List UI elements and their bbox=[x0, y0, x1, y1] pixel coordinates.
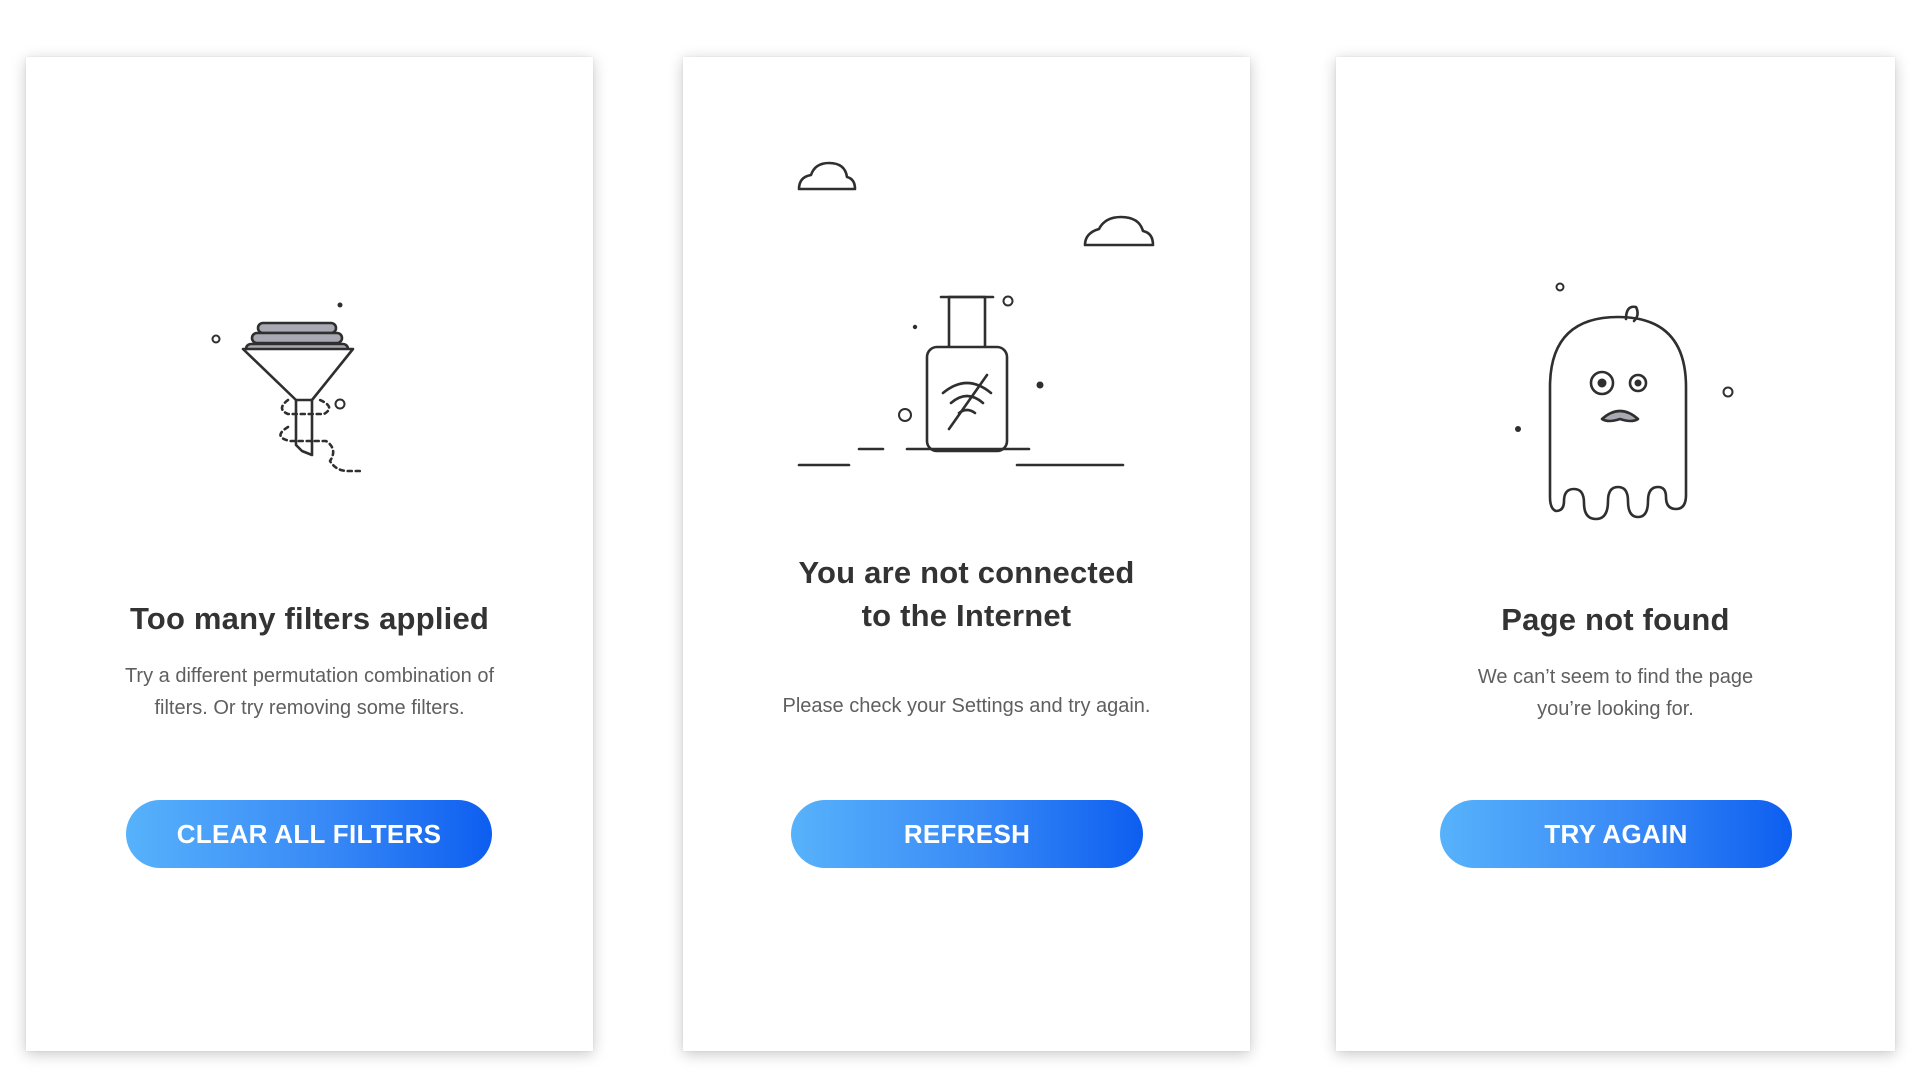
description-line: you’re looking for. bbox=[1537, 698, 1694, 720]
description-line: filters. Or try removing some filters. bbox=[154, 697, 465, 719]
description-line: Try a different permutation combination … bbox=[124, 665, 495, 687]
offline-illustration bbox=[683, 57, 1250, 537]
ghost-icon bbox=[1515, 282, 1734, 521]
description-line: We can’t seem to find the page bbox=[1477, 666, 1754, 688]
card-description: Try a different permutation combination … bbox=[26, 660, 593, 724]
ghost-illustration bbox=[1336, 57, 1895, 537]
card-title: Too many filters applied bbox=[26, 597, 593, 640]
empty-state-card-offline: You are not connected to the Internet Pl… bbox=[683, 57, 1250, 1051]
clear-all-filters-button[interactable]: CLEAR ALL FILTERS bbox=[126, 800, 492, 868]
title-line: You are not connected bbox=[798, 555, 1135, 590]
title-line: Page not found bbox=[1501, 602, 1730, 637]
empty-state-card-filters: Too many filters applied Try a different… bbox=[26, 57, 593, 1051]
suitcase-no-wifi-icon bbox=[797, 161, 1155, 467]
funnel-illustration bbox=[26, 57, 593, 537]
title-line: Too many filters applied bbox=[129, 601, 490, 636]
empty-state-card-not-found: Page not found We can’t seem to find the… bbox=[1336, 57, 1895, 1051]
card-title: You are not connected to the Internet bbox=[683, 551, 1250, 637]
card-description: We can’t seem to find the page you’re lo… bbox=[1336, 661, 1895, 725]
card-title: Page not found bbox=[1336, 598, 1895, 641]
description-line: Please check your Settings and try again… bbox=[782, 695, 1151, 717]
refresh-button[interactable]: REFRESH bbox=[791, 800, 1143, 868]
card-description: Please check your Settings and try again… bbox=[683, 690, 1250, 722]
title-line: to the Internet bbox=[861, 598, 1072, 633]
empty-states-showcase: Too many filters applied Try a different… bbox=[0, 0, 1920, 1080]
funnel-icon bbox=[211, 302, 364, 473]
try-again-button[interactable]: TRY AGAIN bbox=[1440, 800, 1792, 868]
